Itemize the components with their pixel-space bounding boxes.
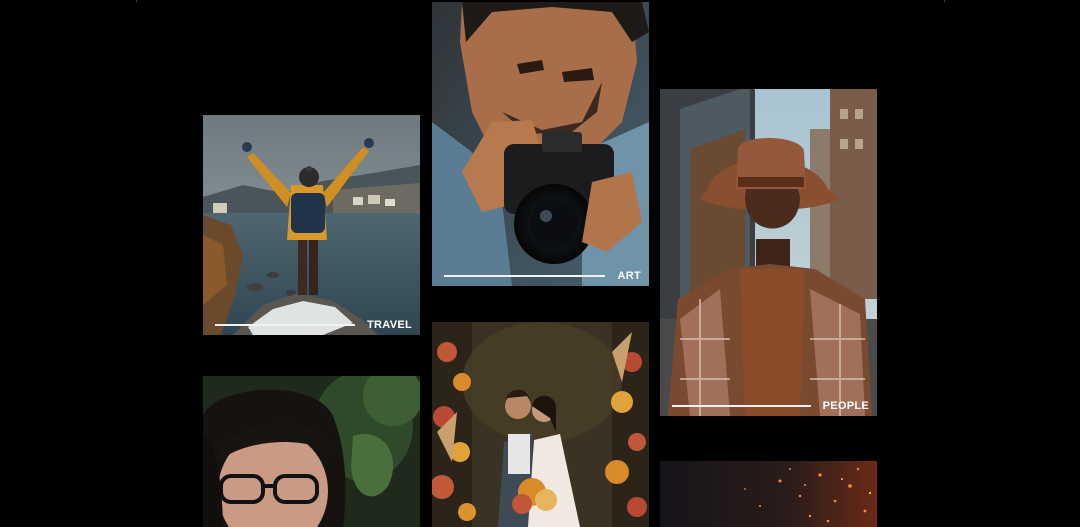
edge-marker bbox=[136, 0, 137, 2]
tile-caption: ART bbox=[444, 270, 641, 282]
caption-line bbox=[672, 405, 811, 407]
portrait-photo bbox=[203, 376, 420, 527]
tile-label-people: PEOPLE bbox=[822, 400, 869, 412]
tile-caption: PEOPLE bbox=[672, 400, 869, 412]
gallery-tile-people[interactable]: PEOPLE bbox=[660, 89, 877, 416]
people-photo bbox=[660, 89, 877, 416]
art-photo bbox=[432, 2, 649, 286]
wedding-photo bbox=[432, 322, 649, 527]
caption-line bbox=[444, 275, 606, 277]
tile-label-travel: TRAVEL bbox=[367, 319, 412, 331]
gallery-page: TRAVEL ART PEOPLE bbox=[0, 0, 1080, 527]
caption-line bbox=[215, 324, 356, 326]
tile-label-art: ART bbox=[617, 270, 641, 282]
gallery-tile-portrait[interactable] bbox=[203, 376, 420, 527]
edge-marker bbox=[944, 0, 945, 2]
gallery-tile-wedding[interactable] bbox=[432, 322, 649, 527]
gallery-tile-sparks[interactable] bbox=[660, 461, 877, 527]
sparks-photo bbox=[660, 461, 877, 527]
gallery-tile-art[interactable]: ART bbox=[432, 2, 649, 286]
tile-caption: TRAVEL bbox=[215, 319, 412, 331]
gallery-tile-travel[interactable]: TRAVEL bbox=[203, 115, 420, 335]
travel-photo bbox=[203, 115, 420, 335]
